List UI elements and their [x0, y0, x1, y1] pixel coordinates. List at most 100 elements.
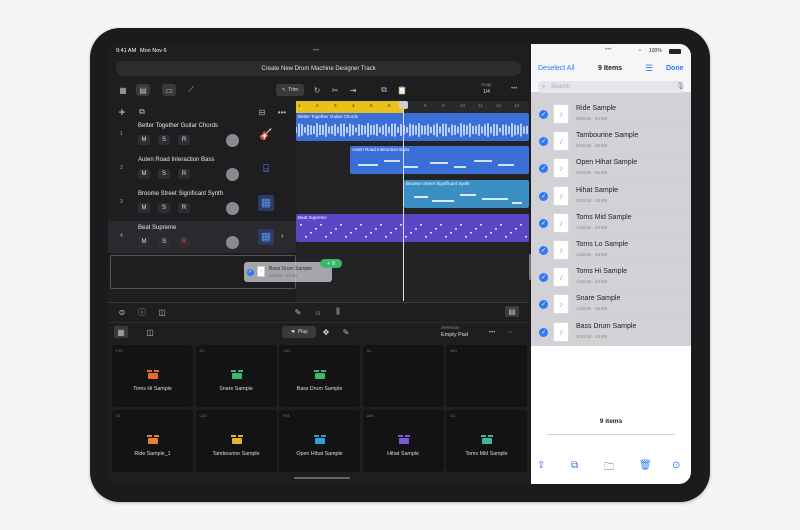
add-track-icon[interactable]: +	[116, 105, 128, 119]
tracks-view-icon[interactable]: ▤	[136, 84, 150, 96]
record-button[interactable]: R	[178, 135, 190, 145]
file-row[interactable]: ✓ ♪ Tambourine Sample 2/16/18 · 36 KB	[531, 128, 691, 156]
checkmark-icon[interactable]: ✓	[539, 218, 548, 228]
solo-button[interactable]: S	[158, 169, 170, 179]
file-row[interactable]: ✓ ♪ Toms Mid Sample 1/16/18 · 43 KB	[531, 210, 691, 237]
automation-icon[interactable]: ⟋	[184, 84, 198, 96]
trim-button[interactable]: ↖ Trim	[276, 84, 304, 96]
share-icon[interactable]: ⇪	[537, 460, 545, 471]
drum-pad[interactable]: C#1 Bass Drum Sample	[279, 345, 360, 407]
folder-icon[interactable]: 🗀	[604, 460, 614, 477]
pad-more-icon[interactable]: •••	[489, 330, 495, 336]
drum-pad[interactable]: F#1 Open Hihat Sample	[279, 410, 360, 472]
copy-icon[interactable]: ⧉	[378, 84, 390, 96]
solo-button[interactable]: S	[158, 203, 170, 213]
microphone-icon[interactable]: 🎙	[676, 83, 685, 90]
track-name[interactable]: Better Together Guitar Chords	[138, 123, 218, 129]
mute-button[interactable]: M	[138, 237, 150, 247]
mute-button[interactable]: M	[138, 169, 150, 179]
trash-icon[interactable]: 🗑	[639, 460, 652, 471]
drum-pad[interactable]: F#1 Toms Hi Sample	[112, 345, 193, 407]
search-field[interactable]: ⌕ Search 🎙	[538, 81, 685, 93]
volume-knob[interactable]	[226, 168, 239, 181]
loop-icon[interactable]: ↻	[311, 84, 323, 96]
mixer-icon[interactable]: ⫼	[332, 306, 344, 318]
brightness-icon[interactable]: ☼	[312, 306, 324, 318]
track-region[interactable]: Broome Street Significant Synth	[404, 180, 529, 208]
playhead-handle[interactable]	[399, 101, 408, 109]
selection-value[interactable]: Empty Pad	[441, 332, 468, 339]
home-indicator[interactable]	[294, 477, 350, 479]
drum-pad[interactable]: D#1 Hihat Sample	[362, 410, 444, 472]
keyboard-view-icon[interactable]: ▤	[505, 306, 519, 317]
chevron-right-icon[interactable]: ›	[281, 232, 284, 240]
solo-button[interactable]: S	[158, 135, 170, 145]
pads-grid-icon[interactable]: ▦	[114, 326, 128, 338]
track-settings-icon[interactable]: ⊟	[256, 106, 268, 118]
file-row[interactable]: ✓ ♪ Toms Lo Sample 1/16/18 · 48 KB	[531, 237, 691, 264]
join-icon[interactable]: ⇥	[347, 84, 359, 96]
pad-extra-icon[interactable]: ▭	[508, 329, 512, 335]
file-row[interactable]: ✓ ♪ Open Hihat Sample 2/16/18 · 55 KB	[531, 155, 691, 183]
track-header[interactable]: 2 Auten Road Interaction Bass M S R ⌸	[108, 153, 296, 185]
grid-icon[interactable]: ▦	[116, 84, 130, 96]
checkmark-icon[interactable]: ✓	[539, 191, 548, 201]
checkmark-icon[interactable]: ✓	[539, 110, 548, 119]
file-row[interactable]: ✓ ♪ Ride Sample 2/26/18 · 83 KB	[531, 101, 691, 128]
new-track-banner[interactable]: Create New Drum Machine Designer Track	[116, 61, 521, 76]
snap-value[interactable]: 1/4	[483, 90, 490, 95]
edit-pencil-icon[interactable]: ✎	[340, 326, 352, 338]
file-row[interactable]: ✓ ♪ Snare Sample 1/16/18 · 26 KB	[531, 291, 691, 319]
record-button[interactable]: R	[178, 169, 190, 179]
drum-pad[interactable]: A#1	[446, 345, 527, 407]
checkmark-icon[interactable]: ✓	[539, 246, 548, 255]
duplicate-track-icon[interactable]: ⧉	[136, 106, 148, 118]
library-icon[interactable]: ⊜	[116, 306, 128, 318]
track-header[interactable]: 3 Broome Street Significant Synth M S R ▦	[108, 187, 296, 219]
paste-icon[interactable]: 📋	[396, 84, 408, 96]
volume-knob[interactable]	[226, 134, 239, 147]
drum-pad[interactable]: G1 Toms Mid Sample	[446, 410, 527, 472]
scissors-icon[interactable]: ✂	[329, 84, 341, 96]
drum-pad[interactable]: C#2 Tambourine Sample	[195, 410, 277, 472]
done-button[interactable]: Done	[666, 65, 684, 72]
drum-pad[interactable]: A1	[362, 345, 444, 407]
play-mode-button[interactable]: ☚ Play	[282, 326, 316, 338]
track-header[interactable]: 1 Better Together Guitar Chords M S R 🎸	[108, 119, 296, 151]
checkmark-icon[interactable]: ✓	[539, 273, 548, 283]
drum-pad[interactable]: E1 Ride Sample_1	[112, 410, 193, 472]
solo-button[interactable]: S	[158, 237, 170, 247]
checkmark-icon[interactable]: ✓	[539, 300, 548, 310]
deselect-all-button[interactable]: Deselect All	[538, 65, 575, 72]
multitask-dots-icon[interactable]: •••	[313, 48, 319, 54]
mute-button[interactable]: M	[138, 135, 150, 145]
file-row[interactable]: ✓ ♪ Hihat Sample 2/16/18 · 25 KB	[531, 183, 691, 210]
more-circle-icon[interactable]: ⊙	[672, 460, 680, 471]
file-row[interactable]: ✓ ♪ Bass Drum Sample 1/16/18 · 24 KB	[531, 319, 691, 346]
pencil-icon[interactable]: ✎	[292, 306, 304, 318]
playhead[interactable]	[403, 101, 404, 301]
track-region[interactable]: Better Together Guitar Chords	[296, 113, 529, 141]
window-icon[interactable]: ▭	[162, 84, 176, 96]
track-name[interactable]: Auten Road Interaction Bass	[138, 157, 214, 163]
record-button[interactable]: R	[178, 203, 190, 213]
checkmark-icon[interactable]: ✓	[539, 327, 548, 337]
files-dots-icon[interactable]: •••	[605, 47, 611, 53]
volume-knob[interactable]	[226, 202, 239, 215]
track-more-icon[interactable]: •••	[276, 106, 288, 118]
list-view-icon[interactable]: ☰	[645, 64, 653, 73]
record-button[interactable]: R	[178, 237, 190, 247]
checkmark-icon[interactable]: ✓	[539, 137, 548, 147]
move-icon[interactable]: ✥	[320, 326, 332, 338]
timeline-ruler[interactable]: 12345678910111213	[296, 101, 529, 113]
volume-knob[interactable]	[226, 236, 239, 249]
file-row[interactable]: ✓ ♪ Toms Hi Sample 1/16/18 · 44 KB	[531, 264, 691, 292]
track-region[interactable]: Auten Road Interaction Bass	[350, 146, 529, 174]
track-region[interactable]: Beat Supreme	[296, 214, 529, 242]
drum-pad[interactable]: D1 Snare Sample	[195, 345, 277, 407]
track-header[interactable]: 4 Beat Supreme M S R ▦ ›	[108, 221, 296, 253]
mute-button[interactable]: M	[138, 203, 150, 213]
info-icon[interactable]: ⓘ	[136, 306, 148, 318]
checkmark-icon[interactable]: ✓	[539, 164, 548, 174]
browser-icon[interactable]: ◫	[156, 306, 168, 318]
